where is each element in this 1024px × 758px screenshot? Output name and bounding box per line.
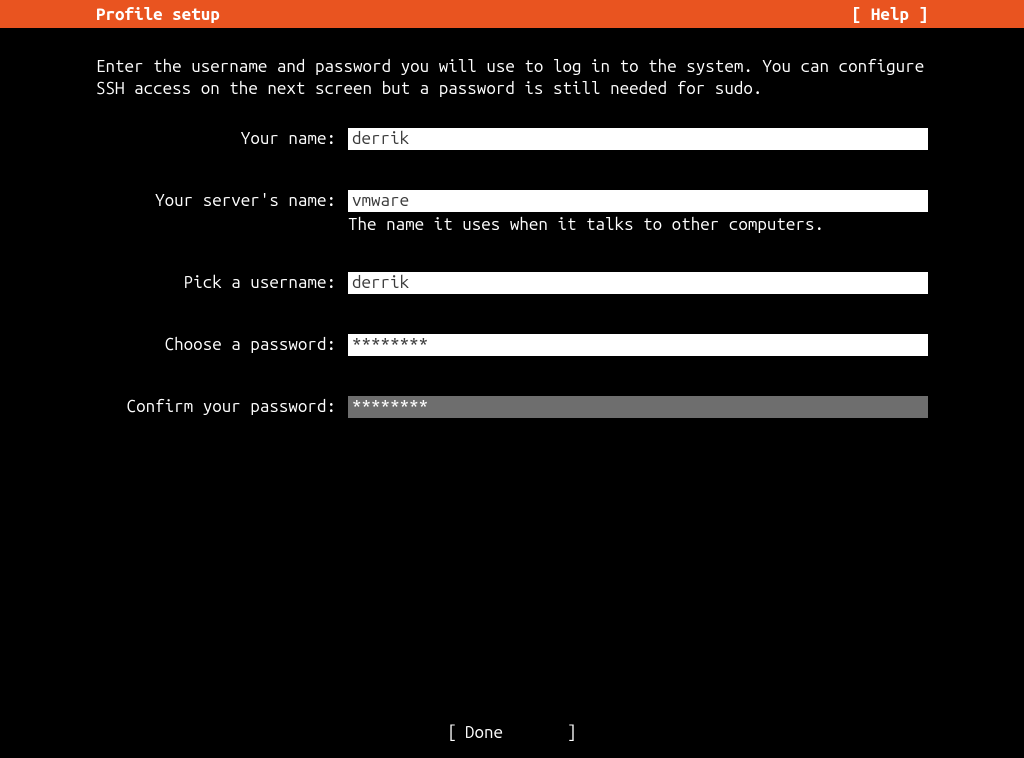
header-bar: Profile setup [ Help ] xyxy=(0,0,1024,28)
server-name-input[interactable] xyxy=(348,190,928,212)
description-text: Enter the username and password you will… xyxy=(96,56,928,100)
password-input[interactable] xyxy=(348,334,928,356)
help-button[interactable]: [ Help ] xyxy=(852,5,976,24)
page-title: Profile setup xyxy=(96,5,220,24)
server-name-hint: The name it uses when it talks to other … xyxy=(348,214,928,236)
password-label: Choose a password: xyxy=(96,334,348,356)
username-label: Pick a username: xyxy=(96,272,348,294)
confirm-password-label: Confirm your password: xyxy=(96,396,348,418)
username-input[interactable] xyxy=(348,272,928,294)
footer-bar: [Done] xyxy=(0,723,1024,742)
your-name-input[interactable] xyxy=(348,128,928,150)
server-name-label: Your server's name: xyxy=(96,190,348,212)
content-area: Enter the username and password you will… xyxy=(0,28,1024,418)
row-confirm-password: Confirm your password: xyxy=(96,396,928,418)
done-button[interactable]: [Done] xyxy=(447,723,576,742)
done-label: Done xyxy=(457,723,567,742)
row-username: Pick a username: xyxy=(96,272,928,294)
row-your-name: Your name: xyxy=(96,128,928,150)
row-password: Choose a password: xyxy=(96,334,928,356)
confirm-password-input[interactable] xyxy=(348,396,928,418)
row-server-name: Your server's name: The name it uses whe… xyxy=(96,190,928,236)
your-name-label: Your name: xyxy=(96,128,348,150)
